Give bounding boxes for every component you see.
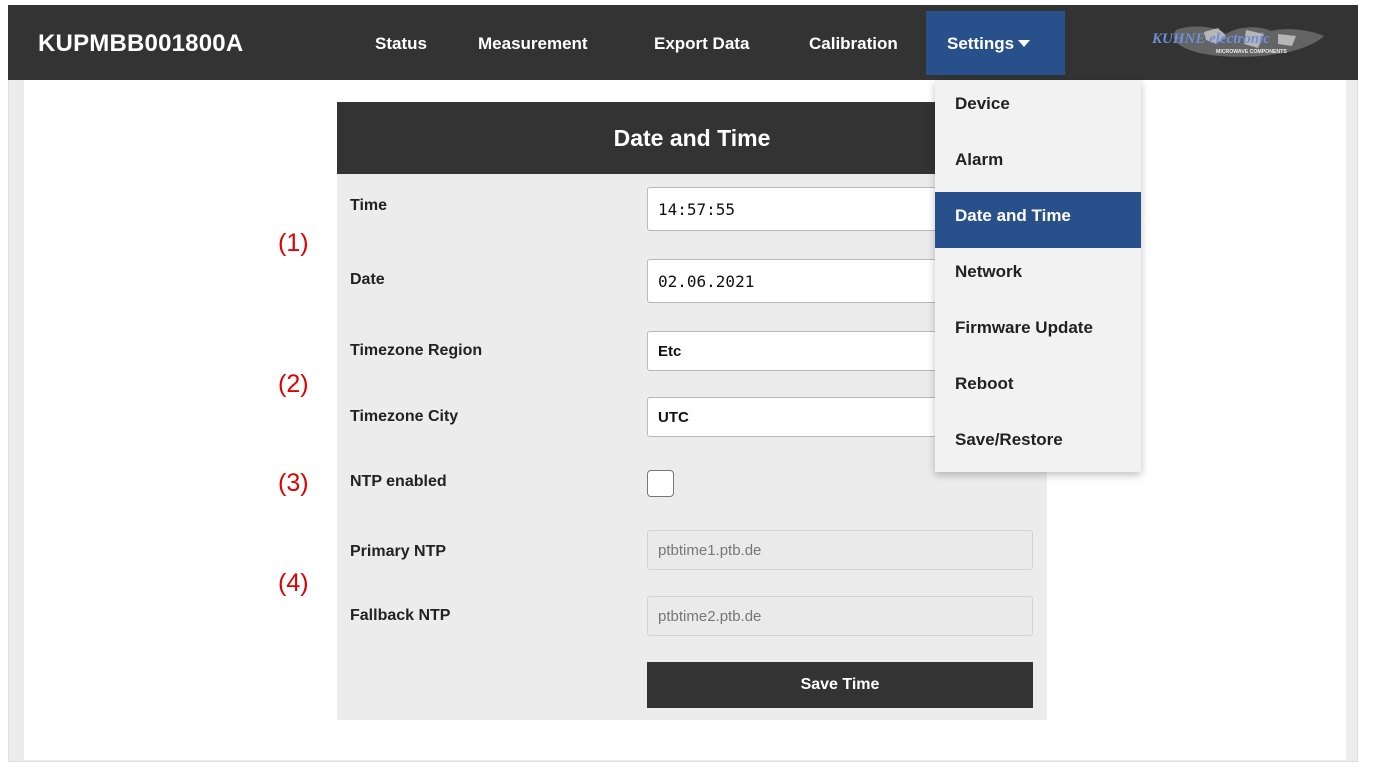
device-id-title: KUPMBB001800A bbox=[38, 30, 244, 57]
time-value: 14:57:55 bbox=[658, 199, 736, 219]
menu-item-device[interactable]: Device bbox=[935, 80, 1141, 136]
annotation-2: (2) bbox=[278, 370, 309, 398]
kuhne-logo: KUHNE electronic MICROWAVE COMPONENTS bbox=[1151, 26, 1324, 57]
nav-settings[interactable]: Settings bbox=[926, 11, 1065, 75]
nav-settings-label: Settings bbox=[947, 34, 1015, 53]
nav-measurement[interactable]: Measurement bbox=[478, 34, 588, 54]
logo-wordmark: KUHNE electronic bbox=[1151, 31, 1270, 47]
timezone-city-value: UTC bbox=[658, 408, 689, 426]
nav-export-data[interactable]: Export Data bbox=[654, 34, 749, 54]
settings-dropdown-menu: Device Alarm Date and Time Network Firmw… bbox=[935, 80, 1141, 472]
nav-calibration[interactable]: Calibration bbox=[809, 34, 898, 54]
menu-item-firmware-update[interactable]: Firmware Update bbox=[935, 304, 1141, 360]
logo-tagline: MICROWAVE COMPONENTS bbox=[1216, 49, 1287, 55]
fallback-ntp-input: ptbtime2.ptb.de bbox=[647, 596, 1033, 636]
caret-down-icon bbox=[1018, 40, 1031, 47]
fallback-ntp-label: Fallback NTP bbox=[350, 607, 451, 624]
menu-item-date-and-time[interactable]: Date and Time bbox=[935, 192, 1141, 248]
date-value: 02.06.2021 bbox=[658, 271, 755, 291]
ntp-enabled-checkbox[interactable] bbox=[647, 470, 674, 497]
annotation-4: (4) bbox=[278, 569, 309, 597]
time-label: Time bbox=[350, 197, 388, 214]
menu-item-network[interactable]: Network bbox=[935, 248, 1141, 304]
primary-ntp-input: ptbtime1.ptb.de bbox=[647, 530, 1033, 570]
menu-item-reboot[interactable]: Reboot bbox=[935, 360, 1141, 416]
annotation-3: (3) bbox=[278, 469, 309, 497]
menu-item-save-restore[interactable]: Save/Restore bbox=[935, 416, 1141, 472]
timezone-region-value: Etc bbox=[658, 342, 682, 360]
ntp-enabled-label: NTP enabled bbox=[350, 473, 447, 490]
annotation-1: (1) bbox=[278, 229, 309, 257]
primary-ntp-value: ptbtime1.ptb.de bbox=[658, 541, 762, 559]
menu-item-alarm[interactable]: Alarm bbox=[935, 136, 1141, 192]
nav-status[interactable]: Status bbox=[375, 34, 427, 54]
timezone-region-label: Timezone Region bbox=[350, 342, 483, 359]
date-label: Date bbox=[350, 271, 385, 288]
save-time-button[interactable]: Save Time bbox=[647, 662, 1033, 708]
timezone-city-label: Timezone City bbox=[350, 408, 459, 425]
primary-ntp-label: Primary NTP bbox=[350, 543, 447, 560]
fallback-ntp-value: ptbtime2.ptb.de bbox=[658, 607, 762, 625]
